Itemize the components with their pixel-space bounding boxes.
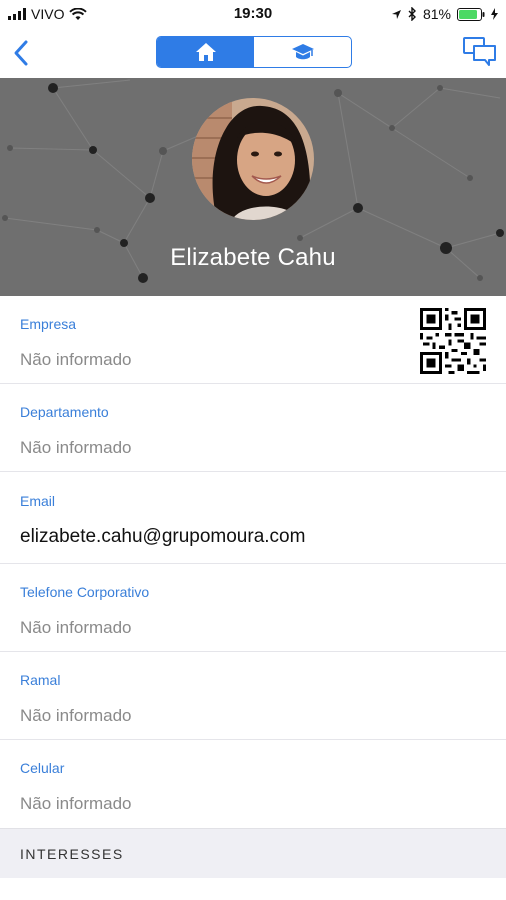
- chat-bubbles-icon: [463, 37, 496, 66]
- location-icon: [391, 9, 401, 19]
- profile-name: Elizabete Cahu: [170, 244, 336, 271]
- email-value[interactable]: elizabete.cahu@grupomoura.com: [20, 526, 305, 548]
- navigation-bar: [0, 28, 506, 78]
- segmented-control: [156, 36, 352, 68]
- avatar: [192, 98, 314, 220]
- status-bar: VIVO 19:30 81%: [0, 0, 506, 28]
- field-label: Telefone Corporativo: [20, 584, 150, 600]
- home-icon: [195, 43, 216, 61]
- field-celular: Celular Não informado: [0, 740, 506, 828]
- graduation-cap-icon: [291, 44, 314, 60]
- profile-photo: [192, 98, 314, 220]
- field-email[interactable]: Email elizabete.cahu@grupomoura.com: [0, 472, 506, 564]
- segment-home[interactable]: [157, 37, 254, 67]
- section-title: INTERESSES: [20, 846, 124, 862]
- field-empresa: Empresa Não informado: [0, 296, 506, 384]
- battery-percent: 81%: [422, 6, 451, 22]
- field-label: Email: [20, 493, 56, 509]
- status-right: 81%: [391, 6, 498, 22]
- field-value: Não informado: [20, 794, 132, 813]
- qr-code[interactable]: [420, 308, 486, 374]
- field-value: Não informado: [20, 618, 132, 637]
- field-value: Não informado: [20, 706, 132, 725]
- field-label: Ramal: [20, 672, 61, 688]
- chat-button[interactable]: [462, 36, 498, 70]
- chevron-left-icon: [14, 40, 28, 66]
- field-label: Departamento: [20, 404, 109, 420]
- field-label: Empresa: [20, 316, 77, 332]
- battery-icon: [457, 7, 485, 21]
- field-ramal: Ramal Não informado: [0, 652, 506, 740]
- field-departamento: Departamento Não informado: [0, 384, 506, 472]
- field-label: Celular: [20, 760, 65, 776]
- back-button[interactable]: [8, 36, 38, 70]
- field-value: Não informado: [20, 350, 132, 369]
- section-header-interesses: INTERESSES: [0, 828, 506, 878]
- field-value: Não informado: [20, 438, 132, 457]
- field-telefone-corporativo: Telefone Corporativo Não informado: [0, 564, 506, 652]
- bluetooth-icon: [408, 7, 416, 21]
- segment-courses[interactable]: [254, 37, 351, 67]
- charging-icon: [491, 8, 498, 20]
- profile-header: Elizabete Cahu: [0, 78, 506, 296]
